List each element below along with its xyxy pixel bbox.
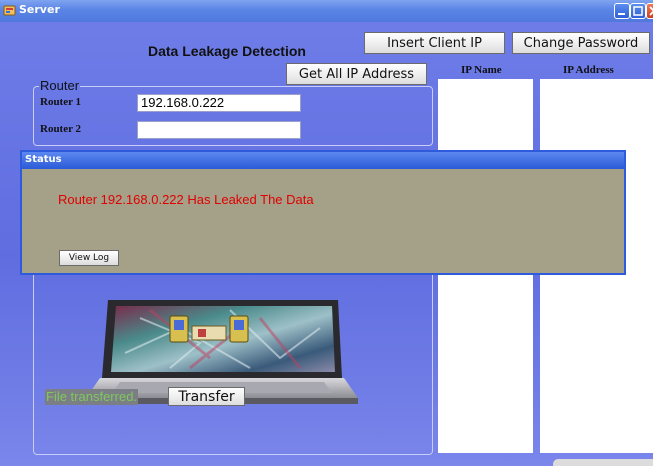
server-app-icon	[3, 5, 16, 16]
view-log-button[interactable]: View Log	[59, 250, 119, 266]
minimize-icon	[618, 13, 625, 15]
insert-client-ip-button[interactable]: Insert Client IP	[364, 32, 505, 54]
file-transfer-icon	[169, 315, 249, 343]
minimize-button[interactable]	[614, 3, 630, 19]
router1-label: Router 1	[40, 96, 82, 108]
router1-input[interactable]: 192.168.0.222	[137, 94, 301, 112]
maximize-button[interactable]	[630, 3, 646, 19]
router2-input[interactable]	[137, 121, 301, 139]
ip-name-header: IP Name	[461, 64, 502, 76]
server-window: Server Data Leakage Detection Insert Cli…	[0, 0, 653, 466]
taskbar-fragment	[553, 459, 653, 466]
change-password-button[interactable]: Change Password	[512, 32, 650, 54]
title-bar[interactable]: Server	[0, 0, 653, 22]
transfer-button[interactable]: Transfer	[168, 387, 245, 406]
router-group-legend: Router	[39, 78, 81, 93]
window-title: Server	[19, 3, 60, 16]
close-icon	[649, 6, 653, 16]
get-all-ip-address-button[interactable]: Get All IP Address	[286, 63, 427, 85]
status-title: Status	[25, 154, 62, 165]
maximize-icon	[633, 6, 643, 16]
ip-address-header: IP Address	[563, 64, 614, 76]
status-dialog: Status Router 192.168.0.222 Has Leaked T…	[20, 150, 626, 275]
leak-alert-message: Router 192.168.0.222 Has Leaked The Data	[58, 192, 314, 207]
page-title: Data Leakage Detection	[148, 43, 306, 59]
transfer-status-text: File transferred.	[45, 389, 139, 405]
router2-label: Router 2	[40, 123, 82, 135]
status-title-bar[interactable]: Status	[22, 152, 624, 169]
close-button[interactable]	[646, 3, 653, 19]
